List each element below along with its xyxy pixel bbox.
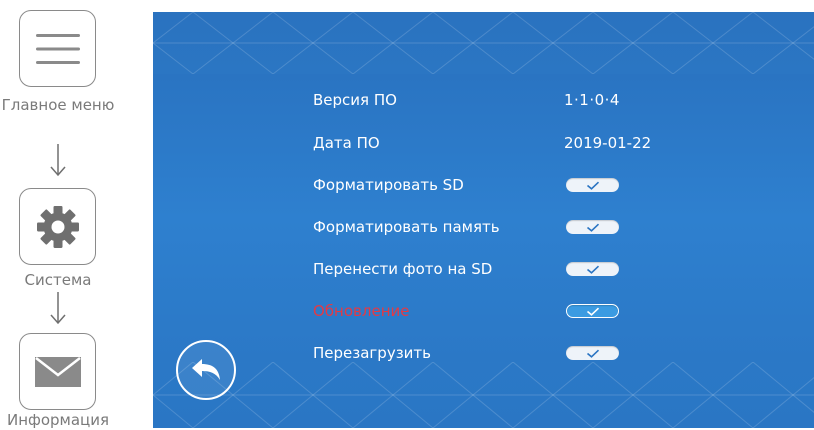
settings-row-format-memory[interactable]: Форматировать память: [153, 212, 814, 242]
settings-row-firmware-version: Версия ПО 1·1·0·4: [153, 85, 814, 115]
firmware-date-value: 2019-01-22: [564, 134, 652, 152]
down-arrow-icon: [50, 292, 66, 325]
settings-panel: Версия ПО 1·1·0·4 Дата ПО 2019-01-22 Фор…: [153, 74, 814, 362]
gear-icon: [36, 205, 79, 248]
settings-row-move-photos-sd[interactable]: Перенести фото на SD: [153, 254, 814, 284]
format-memory-toggle[interactable]: [566, 220, 619, 234]
back-arrow-icon: [192, 359, 220, 380]
lattice-decoration-bottom: [153, 362, 814, 428]
main-menu-label: Главное меню: [1, 96, 115, 114]
checkmark-icon: [586, 307, 599, 316]
lattice-decoration-top: [153, 12, 814, 74]
row-label: Обновление: [313, 302, 410, 320]
information-button[interactable]: [19, 333, 96, 410]
row-label: Форматировать SD: [313, 176, 464, 194]
main-menu-button[interactable]: [19, 10, 96, 87]
checkmark-icon: [586, 349, 599, 358]
envelope-icon: [34, 356, 81, 387]
row-label: Дата ПО: [313, 134, 380, 152]
format-sd-toggle[interactable]: [566, 178, 619, 192]
settings-row-format-sd[interactable]: Форматировать SD: [153, 170, 814, 200]
row-label: Форматировать память: [313, 218, 500, 236]
checkmark-icon: [586, 265, 599, 274]
checkmark-icon: [586, 223, 599, 232]
row-label: Версия ПО: [313, 91, 397, 109]
row-label: Перенести фото на SD: [313, 260, 493, 278]
settings-row-firmware-date: Дата ПО 2019-01-22: [153, 128, 814, 158]
reboot-toggle[interactable]: [566, 346, 619, 360]
information-label: Информация: [6, 411, 110, 429]
down-arrow-icon: [50, 144, 66, 177]
system-label: Система: [24, 271, 92, 289]
settings-row-update[interactable]: Обновление: [153, 296, 814, 326]
firmware-version-value: 1·1·0·4: [564, 91, 620, 109]
hamburger-menu-icon: [35, 33, 80, 64]
device-screen: Версия ПО 1·1·0·4 Дата ПО 2019-01-22 Фор…: [153, 12, 814, 428]
system-button[interactable]: [19, 188, 96, 265]
back-button[interactable]: [176, 340, 236, 400]
update-toggle[interactable]: [566, 304, 619, 318]
checkmark-icon: [586, 181, 599, 190]
move-photos-sd-toggle[interactable]: [566, 262, 619, 276]
